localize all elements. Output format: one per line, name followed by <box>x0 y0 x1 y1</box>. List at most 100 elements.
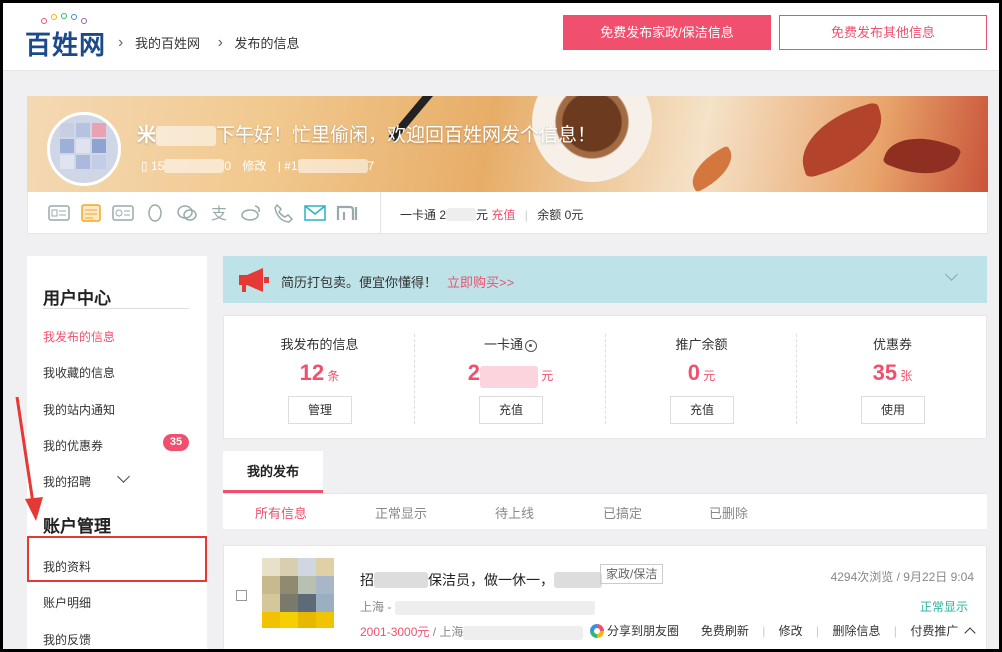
tab-my-posts[interactable]: 我的发布 <box>223 451 323 493</box>
moments-icon <box>590 623 604 638</box>
divider <box>223 493 987 494</box>
divider <box>380 192 381 234</box>
stat-value: 2 元 <box>415 360 606 388</box>
stat-label: 推广余额 <box>675 337 728 352</box>
chevron-down-icon[interactable] <box>117 470 130 483</box>
redacted-amount <box>446 208 477 221</box>
free-refresh-link[interactable]: 免费刷新 <box>701 622 749 639</box>
leaf-decoration <box>683 145 741 192</box>
sidebar-item-coupons[interactable]: 我的优惠券 <box>43 437 103 454</box>
card-unit: 元 <box>476 208 489 222</box>
phone-prefix: 15 <box>150 158 165 173</box>
stat-label: 我发布的信息 <box>280 337 359 352</box>
greeting-message: 下午好！忙里偷闲，欢迎回百姓网发个信息！ <box>216 125 597 146</box>
subtab-normal[interactable]: 正常显示 <box>375 503 427 522</box>
weibo-icon[interactable] <box>240 203 262 223</box>
phone-suffix: 0 <box>224 158 231 173</box>
divider: | <box>762 623 766 638</box>
listing-location: 上海 - <box>360 598 595 615</box>
stat-value: 12 条 <box>299 360 340 385</box>
divider: | <box>277 158 281 173</box>
leaf-decoration <box>882 125 962 187</box>
status-badge: 正常显示 <box>919 600 968 614</box>
highlight-box <box>27 536 207 582</box>
select-checkbox[interactable] <box>236 590 247 601</box>
listing-actions: 分享到朋友圈 | 免费刷新 | 修改 | 删除信息 | 付费推广 <box>590 622 976 639</box>
sidebar-item-feedback[interactable]: 我的反馈 <box>43 631 91 648</box>
subtab-pending[interactable]: 待上线 <box>495 503 534 522</box>
user-id-prefix: #1 <box>284 158 298 173</box>
redacted-text <box>394 600 595 615</box>
mail-icon[interactable] <box>304 203 326 223</box>
sidebar-item-notifications[interactable]: 我的站内通知 <box>43 401 115 418</box>
list-item: 招保洁员，做一休一， 家政/保洁 4294次浏览 / 9月22日 9:04 正常… <box>223 545 987 649</box>
xiaomi-icon[interactable] <box>336 203 358 223</box>
stat-coupons: 优惠券 35 张 使用 <box>797 316 988 440</box>
phone-icon[interactable] <box>272 203 294 223</box>
redacted-amount <box>479 365 538 388</box>
promo-text: 简历打包卖。便宜你懂得！ <box>281 275 438 290</box>
alipay-icon[interactable]: 支 <box>208 203 230 223</box>
recharge-promo-button[interactable]: 充值 <box>670 396 734 424</box>
divider: | <box>524 207 528 222</box>
logo-dots <box>41 13 101 25</box>
promo-banner: 简历打包卖。便宜你懂得！ 立即购买>> <box>223 256 987 303</box>
notepad-icon[interactable] <box>80 203 102 223</box>
redacted-phone <box>164 158 225 173</box>
subtab-all[interactable]: 所有信息 <box>255 503 307 522</box>
listing-title[interactable]: 招保洁员，做一休一， <box>360 570 602 590</box>
views-and-date: 4294次浏览 / 9月22日 9:04 <box>830 570 974 584</box>
card-balance: 一卡通 2 元 充值 | 余额 0元 <box>400 206 583 223</box>
stat-promo-balance: 推广余额 0 元 充值 <box>606 316 797 440</box>
logo-text: 百姓网 <box>25 31 107 61</box>
stat-label: 优惠券 <box>872 337 912 352</box>
qq-icon[interactable] <box>144 203 166 223</box>
divider <box>43 308 189 309</box>
leaf-decoration <box>791 101 893 179</box>
page: 百姓网 › 我的百姓网 › 发布的信息 免费发布家政/保洁信息 免费发布其他信息… <box>3 3 999 649</box>
card-icon[interactable] <box>112 203 134 223</box>
greeting-text: 米 下午好！忙里偷闲，欢迎回百姓网发个信息！ <box>137 120 596 147</box>
sidebar-item-favorites[interactable]: 我收藏的信息 <box>43 364 115 381</box>
publish-housekeeping-button[interactable]: 免费发布家政/保洁信息 <box>563 15 771 50</box>
redacted-text <box>374 572 428 588</box>
sidebar-item-my-posts[interactable]: 我发布的信息 <box>43 328 115 345</box>
stat-label: 一卡通 <box>415 334 606 353</box>
listing-thumbnail[interactable] <box>258 558 336 628</box>
delete-link[interactable]: 删除信息 <box>832 622 880 639</box>
section-title-account: 账户管理 <box>43 517 111 536</box>
chevron-up-icon[interactable] <box>964 626 976 639</box>
paid-promotion-link[interactable]: 付费推广 <box>910 622 958 639</box>
subtab-done[interactable]: 已搞定 <box>603 503 642 522</box>
tab-bar-background <box>223 451 987 493</box>
recharge-card-button[interactable]: 充值 <box>479 396 543 424</box>
category-tag: 家政/保洁 <box>600 564 664 584</box>
breadcrumb-item-current: 发布的信息 <box>234 36 300 51</box>
wechat-icon[interactable] <box>176 203 198 223</box>
redacted-text <box>554 572 602 588</box>
chevron-right-icon: › <box>217 33 223 51</box>
divider: | <box>688 623 692 638</box>
buy-now-link[interactable]: 立即购买>> <box>447 272 514 291</box>
info-icon[interactable] <box>525 339 537 352</box>
chevron-down-icon[interactable] <box>945 268 958 281</box>
divider: | <box>816 623 820 638</box>
recharge-link[interactable]: 充值 <box>491 206 515 223</box>
id-card-icon[interactable] <box>48 203 70 223</box>
svg-text:支: 支 <box>211 204 227 223</box>
subtab-deleted[interactable]: 已删除 <box>709 503 748 522</box>
edit-phone-link[interactable]: 修改 <box>242 157 266 174</box>
manage-button[interactable]: 管理 <box>288 396 352 424</box>
use-coupon-button[interactable]: 使用 <box>861 396 925 424</box>
avatar[interactable] <box>47 112 121 186</box>
sidebar-item-account-details[interactable]: 账户明细 <box>43 594 91 611</box>
user-meta: ▯ 15 0 修改 | #1 7 <box>141 157 374 174</box>
publish-other-button[interactable]: 免费发布其他信息 <box>779 15 987 50</box>
share-moments-link[interactable]: 分享到朋友圈 <box>607 622 679 639</box>
edit-link[interactable]: 修改 <box>779 622 803 639</box>
card-label: 一卡通 <box>400 208 437 222</box>
sidebar-item-recruitment[interactable]: 我的招聘 <box>43 473 91 490</box>
breadcrumb-item-home[interactable]: 我的百姓网 <box>135 33 200 52</box>
baixing-logo[interactable]: 百姓网 <box>25 13 107 61</box>
stat-value: 0 元 <box>687 360 716 385</box>
